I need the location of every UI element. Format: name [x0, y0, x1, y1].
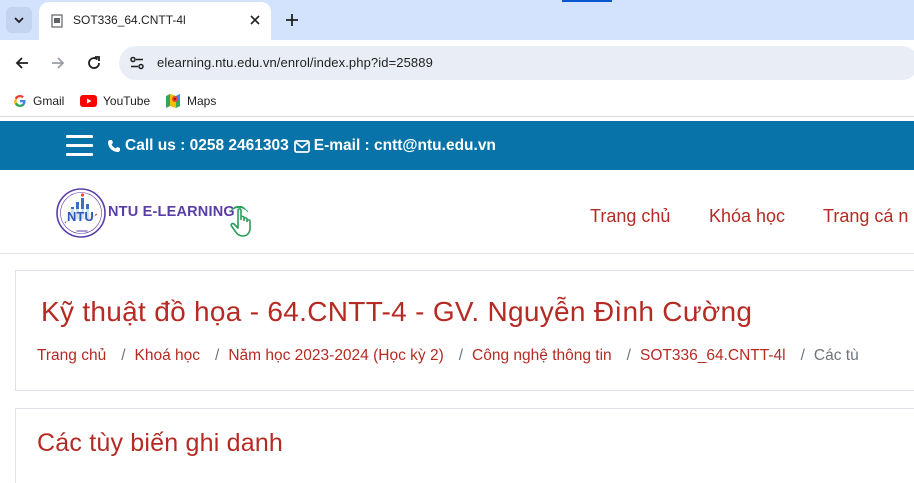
- site-logo[interactable]: NTU NTU E-LEARNING: [56, 187, 256, 241]
- logo-badge: NTU: [66, 209, 95, 224]
- nav-courses[interactable]: Khóa học: [709, 206, 785, 227]
- course-header-card: Kỹ thuật đồ họa - 64.CNTT-4 - GV. Nguyễn…: [15, 270, 914, 391]
- site-header: NTU NTU E-LEARNING Trang chủ Khóa học Tr…: [0, 170, 914, 254]
- tab-close-button[interactable]: [246, 11, 264, 29]
- nav-home[interactable]: Trang chủ: [590, 206, 670, 227]
- url-text[interactable]: elearning.ntu.edu.vn/enrol/index.php?id=…: [157, 55, 433, 70]
- reload-button[interactable]: [82, 51, 106, 75]
- chevron-down-icon: [14, 17, 24, 24]
- envelope-icon: [293, 139, 310, 153]
- nav-profile[interactable]: Trang cá n: [823, 206, 908, 227]
- breadcrumb: Trang chủ / Khoá học / Năm học 2023-2024…: [37, 347, 859, 365]
- bookmark-label: YouTube: [103, 94, 151, 108]
- bookmark-youtube[interactable]: YouTube: [80, 91, 150, 111]
- breadcrumb-separator: /: [458, 347, 464, 364]
- forward-button[interactable]: [46, 51, 70, 75]
- maps-icon: [166, 94, 180, 108]
- arrow-left-icon: [15, 57, 28, 69]
- section-title: Các tùy biến ghi danh: [37, 429, 284, 457]
- browser-toolbar: elearning.ntu.edu.vn/enrol/index.php?id=…: [0, 40, 914, 86]
- site-settings-icon[interactable]: [128, 54, 146, 72]
- browser-tabstrip: SOT336_64.CNTT-4l: [0, 0, 914, 40]
- breadcrumb-separator: /: [215, 347, 220, 364]
- tab-search-button[interactable]: [6, 7, 32, 33]
- bookmark-label: Maps: [187, 94, 217, 108]
- breadcrumb-separator: /: [626, 347, 631, 364]
- pointer-hand-icon: [229, 206, 251, 237]
- close-icon: [250, 15, 260, 25]
- menu-hamburger-icon[interactable]: [66, 135, 93, 156]
- new-tab-button[interactable]: [281, 9, 303, 31]
- contact-info: Call us : 0258 2461303 E-mail : cntt@ntu…: [107, 137, 496, 155]
- youtube-icon: [80, 95, 97, 107]
- bookmarks-bar: Gmail YouTube Maps: [0, 86, 914, 116]
- google-icon: [14, 95, 26, 107]
- address-bar[interactable]: elearning.ntu.edu.vn/enrol/index.php?id=…: [119, 46, 914, 80]
- browser-tab-active[interactable]: SOT336_64.CNTT-4l: [39, 2, 271, 40]
- contact-email[interactable]: E-mail : cntt@ntu.edu.vn: [314, 137, 496, 155]
- logo-text: NTU E-LEARNING: [108, 204, 235, 220]
- bookmark-label: Gmail: [33, 94, 65, 108]
- course-title: Kỹ thuật đồ họa - 64.CNTT-4 - GV. Nguyễn…: [41, 296, 753, 327]
- breadcrumb-department[interactable]: Công nghệ thông tin: [472, 347, 612, 365]
- breadcrumb-separator: /: [800, 347, 805, 364]
- browser-content-divider: [0, 116, 914, 117]
- phone-icon: [108, 140, 120, 152]
- bookmark-maps[interactable]: Maps: [165, 91, 216, 111]
- tab-accent: [562, 0, 612, 2]
- document-favicon-icon: [51, 14, 63, 28]
- breadcrumb-school-year[interactable]: Năm học 2023-2024 (Học kỳ 2): [228, 347, 443, 365]
- enrolment-options-card: Các tùy biến ghi danh: [15, 408, 914, 483]
- reload-icon: [88, 56, 100, 69]
- breadcrumb-courses[interactable]: Khoá học: [135, 347, 201, 365]
- site-topbar: Call us : 0258 2461303 E-mail : cntt@ntu…: [0, 121, 914, 170]
- breadcrumb-home[interactable]: Trang chủ: [37, 347, 106, 365]
- breadcrumb-course[interactable]: SOT336_64.CNTT-4l: [640, 347, 786, 365]
- breadcrumb-current: Các tù: [813, 347, 859, 364]
- plus-icon: [286, 14, 298, 26]
- back-button[interactable]: [10, 51, 34, 75]
- contact-phone: Call us : 0258 2461303: [125, 137, 289, 154]
- breadcrumb-separator: /: [121, 347, 126, 364]
- tab-title: SOT336_64.CNTT-4l: [73, 13, 186, 27]
- bookmark-gmail[interactable]: Gmail: [13, 91, 64, 111]
- arrow-right-icon: [52, 57, 65, 69]
